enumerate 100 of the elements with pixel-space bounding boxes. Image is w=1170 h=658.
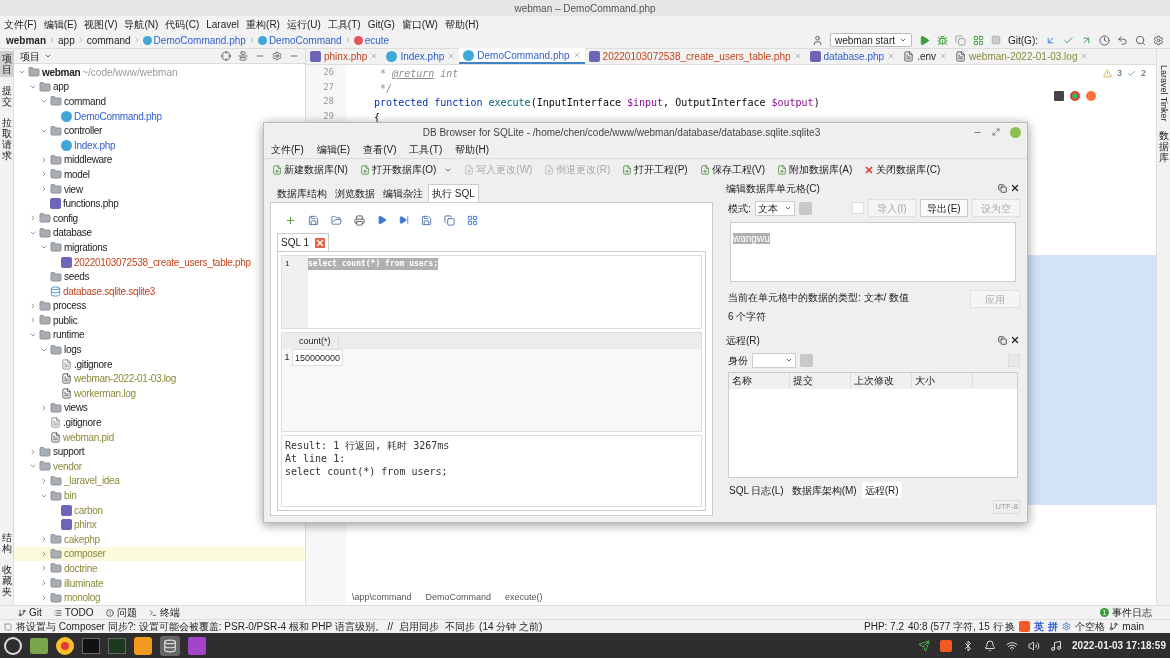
settings-icon[interactable] [1153,34,1164,46]
panel-icon[interactable] [4,622,12,631]
menu-item[interactable]: 重构(R) [246,16,280,32]
menu-logo-icon[interactable] [4,636,22,655]
tree-item[interactable]: workerman.log [14,386,305,401]
cursor-position[interactable]: 40:8 (577 字符, 15 行 换 [908,619,1016,634]
settings-icon[interactable] [1062,622,1072,631]
save-icon[interactable] [308,214,319,226]
locate-icon[interactable] [221,51,231,61]
clock[interactable]: 2022-01-03 17:18:59 [1072,638,1166,653]
editor-tab[interactable]: database.php [805,48,900,64]
tool-window-tab[interactable]: 拉取请求 [0,115,14,163]
tree-item[interactable]: composer [14,546,305,562]
menu-item[interactable]: 运行(U) [286,16,321,32]
tree-item[interactable]: doctrine [14,561,305,576]
toolbar-button[interactable]: 打开工程(P) [622,162,688,177]
execute-icon[interactable] [377,215,387,225]
open-tab-icon[interactable] [285,214,296,226]
toolbar-button[interactable]: 打开数据库(O) [359,162,453,177]
ime-logo-icon[interactable] [1019,621,1031,632]
ime-mode[interactable]: 英 [1034,619,1045,634]
menu-item[interactable]: 帮助(H) [444,16,479,32]
sql-tab[interactable]: SQL 1 [277,233,329,251]
menu-item[interactable]: 文件(F) [4,16,37,32]
toolbar-button[interactable]: 附加数据库(A) [777,162,853,177]
breadcrumb-item[interactable]: \app\command [352,590,412,605]
tree-item[interactable]: app [14,79,305,95]
toolbar-button[interactable]: 关闭数据库(C) [864,162,941,177]
tree-item[interactable]: command [14,94,305,109]
mode-select[interactable]: 文本 [754,200,795,216]
breadcrumb-item[interactable]: webman [6,32,46,48]
editor-tab[interactable]: Index.php [382,48,460,64]
menu-item[interactable]: 导航(N) [124,16,159,32]
save-results-icon[interactable] [421,214,432,226]
status-link[interactable]: 不同步 [445,619,476,634]
menu-item[interactable]: 代码(C) [165,16,200,32]
history-icon[interactable] [1099,34,1110,46]
folder-app-icon[interactable] [30,637,48,654]
undock-icon[interactable] [998,183,1007,193]
tree-item[interactable]: cakephp [14,532,305,547]
menu-item[interactable]: 视图(V) [84,16,118,32]
wifi-icon[interactable] [1006,639,1019,652]
menu-item[interactable]: 编辑(E) [316,142,351,157]
tool-window-tab[interactable]: Git [18,605,42,620]
menu-item[interactable]: 帮助(H) [455,142,490,157]
stop-icon[interactable] [991,35,1001,45]
check-icon[interactable] [1127,69,1136,79]
php-version[interactable]: PHP: 7.2 [864,619,905,634]
warning-count[interactable]: 3 [1116,67,1122,81]
send-icon[interactable] [918,639,931,652]
column-header[interactable]: 大小 [912,373,973,389]
check-count[interactable]: 2 [1141,67,1146,81]
ide-app-icon[interactable] [188,636,206,655]
tab[interactable]: 浏览数据 [332,184,378,202]
column-header[interactable]: 名称 [729,373,790,389]
table-cell[interactable]: 150000000 [292,349,344,366]
sql-editor[interactable]: 1 select count(*) from users; [281,255,702,329]
editor-tab[interactable]: 20220103072538_create_users_table.php [584,48,806,64]
breadcrumb-item[interactable]: DemoCommand [268,32,342,48]
dock-tab[interactable]: SQL 日志(L) [726,482,787,498]
menu-item[interactable]: 工具(T) [327,16,361,32]
tree-item[interactable]: illuminate [14,575,305,591]
auto-switch-icon[interactable] [798,201,812,215]
find-replace-icon[interactable] [467,214,478,226]
tree-item[interactable]: config [14,210,305,226]
maximize-icon[interactable] [992,128,1000,136]
run-icon[interactable] [919,34,930,46]
execute-line-icon[interactable] [399,215,409,225]
tab[interactable]: 编辑杂注 [380,184,426,202]
tree-item[interactable]: .gitignore [14,415,305,430]
tab[interactable]: 执行 SQL [428,184,479,202]
tree-item[interactable]: bin [14,488,305,503]
menu-item[interactable]: 工具(T) [409,142,443,157]
panel-button[interactable]: 导出(E) [920,199,968,217]
tree-item[interactable]: carbon [14,502,305,518]
tool-window-tab[interactable]: 数据库 [1158,129,1169,163]
open-icon[interactable] [331,214,342,226]
toolbar-button[interactable]: 保存工程(V) [699,162,766,177]
tool-window-tab[interactable]: 结构 [0,530,14,556]
identity-select[interactable] [752,352,796,368]
editor-tab[interactable]: DemoCommand.php [459,48,585,64]
tool-window-tab[interactable]: Laravel Tinker [1156,65,1170,122]
tool-window-tab[interactable]: 提交 [0,83,14,109]
search-icon[interactable] [1135,34,1146,46]
column-header[interactable]: 提交 [790,373,851,389]
close-icon[interactable] [1010,335,1020,345]
music-icon[interactable] [1050,639,1063,652]
menu-item[interactable]: 编辑(E) [43,16,78,32]
commit-icon[interactable] [1063,34,1074,46]
connect-icon[interactable] [800,353,813,367]
editor-tab[interactable]: phinx.php [306,48,383,64]
menu-item[interactable]: 查看(V) [363,142,397,157]
status-link[interactable]: 启用同步 [399,619,440,634]
tree-item[interactable]: monolog [14,590,305,605]
tool-window-tab[interactable]: 项目 [0,51,14,77]
editor-tab[interactable]: .env [899,48,952,64]
tool-window-tab[interactable]: TODO [53,605,94,620]
dock-tab[interactable]: 远程(R) [861,482,902,498]
menu-item[interactable]: 文件(F) [271,142,304,157]
tree-item[interactable]: phinx [14,517,305,532]
